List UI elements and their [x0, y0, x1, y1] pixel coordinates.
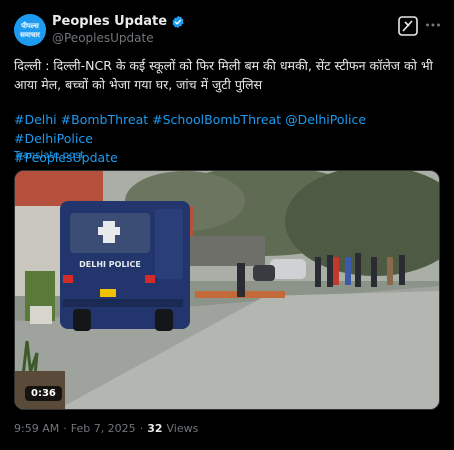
avatar[interactable]: पीपल्स समाचार: [14, 14, 46, 46]
video-duration: 0:36: [25, 386, 62, 401]
post-meta: 9:59 AM · Feb 7, 2025 · 32 Views: [14, 422, 199, 435]
police-bus: DELHI POLICE: [60, 201, 190, 331]
bus-label: DELHI POLICE: [79, 260, 141, 269]
hashtag-link[interactable]: #Delhi: [14, 112, 57, 127]
avatar-text-2: समाचार: [19, 31, 41, 39]
hashtag-link[interactable]: #DelhiPolice: [14, 131, 93, 146]
grok-icon[interactable]: [398, 16, 418, 36]
hashtag-link[interactable]: #BombThreat: [61, 112, 148, 127]
translate-post-link[interactable]: Translate post: [14, 150, 84, 161]
video-player[interactable]: DELHI POLICE 0:36: [14, 170, 440, 410]
author-name[interactable]: Peoples Update: [52, 14, 167, 29]
video-thumbnail: DELHI POLICE: [15, 171, 439, 409]
post-card: पीपल्स समाचार Peoples Update @PeoplesUpd…: [0, 0, 454, 450]
post-date[interactable]: Feb 7, 2025: [71, 422, 136, 435]
verified-badge-icon: [172, 15, 184, 28]
author-handle[interactable]: @PeoplesUpdate: [52, 31, 154, 45]
hashtag-link[interactable]: #SchoolBombThreat: [152, 112, 281, 127]
more-options-icon[interactable]: [424, 16, 442, 34]
views-count: 32: [147, 422, 163, 435]
post-body: दिल्ली : दिल्ली-NCR के कई स्कूलों को फिर…: [14, 58, 433, 92]
post-time[interactable]: 9:59 AM: [14, 422, 59, 435]
author-name-row[interactable]: Peoples Update: [52, 14, 185, 29]
avatar-text-1: पीपल्स: [20, 21, 39, 30]
avatar-logo-icon: पीपल्स समाचार: [14, 14, 46, 46]
mention-link[interactable]: @DelhiPolice: [285, 112, 366, 127]
views-label: Views: [166, 422, 199, 435]
